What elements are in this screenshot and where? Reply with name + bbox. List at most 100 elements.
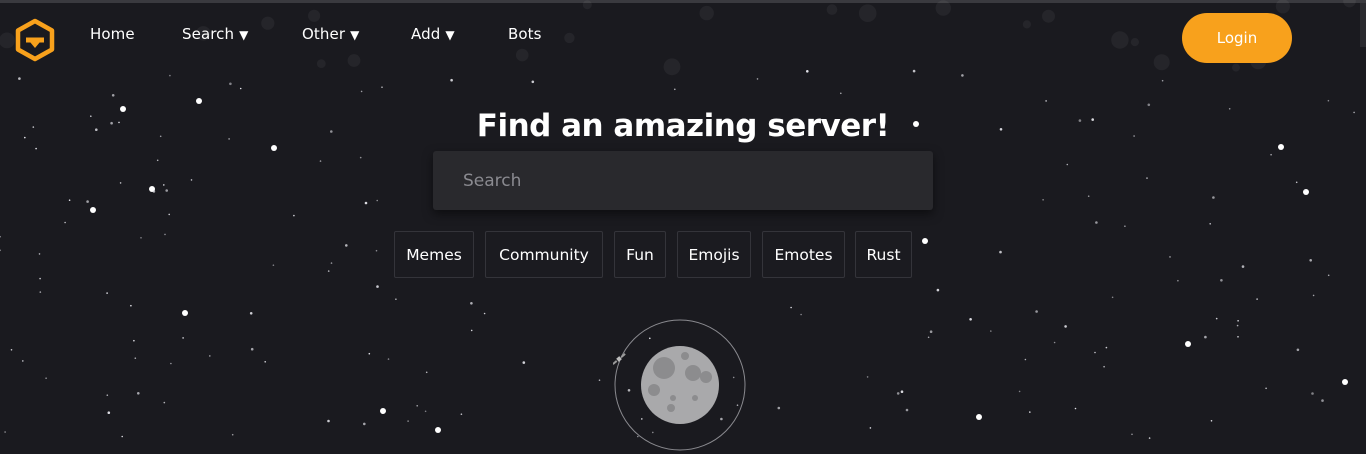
star [360,90,363,93]
star [1295,181,1298,184]
star [395,298,397,301]
star [905,408,909,412]
star [990,330,992,332]
tag-fun[interactable]: Fun [614,231,666,278]
star [1124,225,1126,227]
star [674,88,676,91]
star [133,339,135,342]
star [39,291,42,293]
nav-add-dropdown[interactable]: Add ▼ [411,25,455,43]
star [168,213,170,216]
star [1327,99,1330,102]
star [1342,379,1348,385]
search-box [433,151,933,210]
star [483,312,486,315]
star [107,411,111,415]
star [249,312,253,315]
nav-other-label: Other [302,25,346,43]
star [111,94,115,97]
caret-down-icon: ▼ [445,28,455,42]
tag-rust[interactable]: Rust [855,231,912,278]
login-button[interactable]: Login [1182,13,1292,63]
star [90,207,96,213]
nav-search-label: Search [182,25,235,43]
star [1265,387,1267,390]
star [1210,420,1213,422]
search-input[interactable] [433,151,933,210]
star [134,357,137,360]
star [130,304,132,307]
star [1161,79,1164,82]
star [182,337,184,339]
star [271,145,277,151]
star [293,214,295,217]
star [64,221,66,224]
star [976,414,982,420]
star [121,435,123,438]
nav-bots[interactable]: Bots [508,25,542,43]
star [1256,298,1258,300]
hexagon-logo-icon[interactable] [14,18,56,62]
star [229,82,232,86]
star [169,74,171,77]
star [163,401,166,404]
star [1042,199,1044,201]
tag-community[interactable]: Community [485,231,603,278]
star [460,413,463,416]
star [961,74,964,77]
tag-emojis[interactable]: Emojis [677,231,751,278]
star [1045,100,1047,102]
star [1303,189,1309,195]
star [1296,348,1300,352]
star [1029,411,1031,413]
star [1105,346,1108,349]
star [1212,196,1215,199]
star [45,377,47,380]
star [152,190,156,193]
star [376,199,379,202]
star [35,147,37,150]
star [319,160,322,162]
star [777,406,781,410]
star [806,70,809,73]
star [969,318,972,321]
star [22,360,24,362]
star [1177,279,1179,282]
star [1185,341,1191,347]
star [1209,223,1211,225]
star [1311,392,1314,395]
star [1131,433,1133,436]
tag-emotes[interactable]: Emotes [762,231,845,278]
nav-other-dropdown[interactable]: Other ▼ [302,25,359,43]
star [522,361,526,364]
star [1103,365,1105,368]
star [927,336,930,339]
star [1304,189,1306,191]
star [1278,144,1284,150]
nav-bots-label: Bots [508,25,542,43]
star [1066,163,1069,166]
satellite-icon [613,353,626,365]
caret-down-icon: ▼ [239,28,249,42]
star [10,349,13,351]
nav-home[interactable]: Home [90,25,135,43]
star [381,86,383,88]
star [800,313,802,316]
hero-title: Find an amazing server! [476,108,890,144]
star [190,179,193,181]
category-tags: Memes Community Fun Emojis Emotes Rust [0,231,1366,279]
star [264,361,267,363]
navbar: Home Search ▼ Other ▼ Add ▼ Bots Login [0,3,1366,67]
star [598,379,601,382]
star [1237,320,1239,322]
star [170,362,172,365]
star [1024,358,1027,361]
tag-memes[interactable]: Memes [394,231,474,278]
star [363,422,366,426]
star [1095,221,1098,224]
star [364,201,368,205]
star [1018,390,1021,393]
star [1148,437,1151,439]
nav-search-dropdown[interactable]: Search ▼ [182,25,248,43]
star [196,98,202,104]
